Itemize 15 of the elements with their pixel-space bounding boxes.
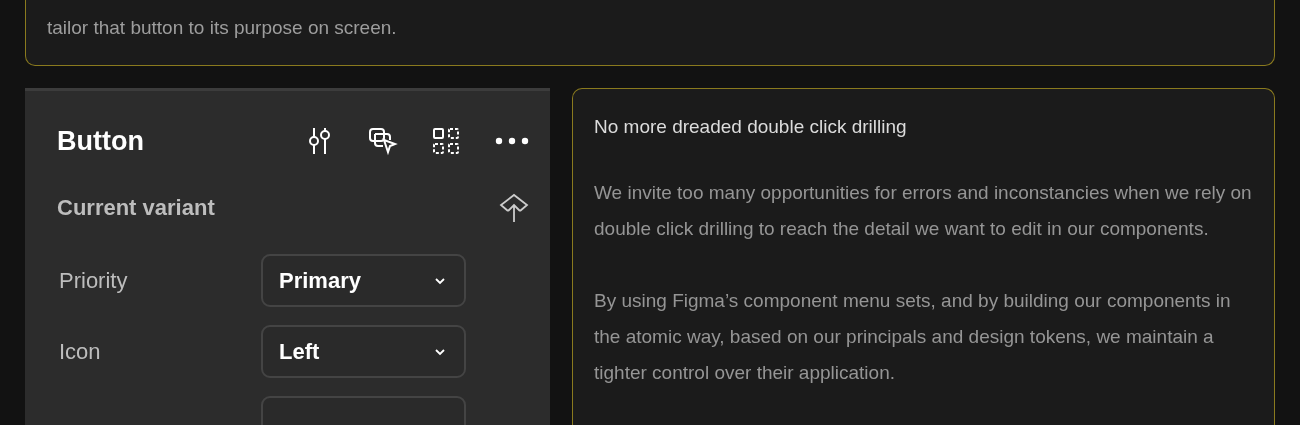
article-paragraph: We invite too many opportunities for errors and inconstancies when we rely on double click drilling to reach the detail we want to edit in our components. <box>594 181 1253 241</box>
section-title: Current variant <box>57 194 215 222</box>
grid-icon[interactable] <box>431 125 461 156</box>
dropdown[interactable]: Left <box>261 325 466 378</box>
chevron-down-icon <box>434 347 446 356</box>
panel-title: Button <box>57 124 144 158</box>
intro-text: tailor that button to its purpose on screen. <box>47 16 398 40</box>
dropdown[interactable]: Primary <box>261 254 466 307</box>
copy-cursor-icon[interactable] <box>368 125 398 156</box>
article-paragraph: By using Figma’s component menu sets, and by building our components in the atomic way, based on our principals and design tokens, we maintain a tighter control over their application. <box>594 289 1232 385</box>
property-label: Icon <box>58 338 102 366</box>
upload-icon[interactable] <box>498 191 530 224</box>
article-heading: No more dreaded double click drilling <box>594 114 908 139</box>
property-label: Priority <box>58 267 129 295</box>
chevron-down-icon <box>434 276 446 285</box>
